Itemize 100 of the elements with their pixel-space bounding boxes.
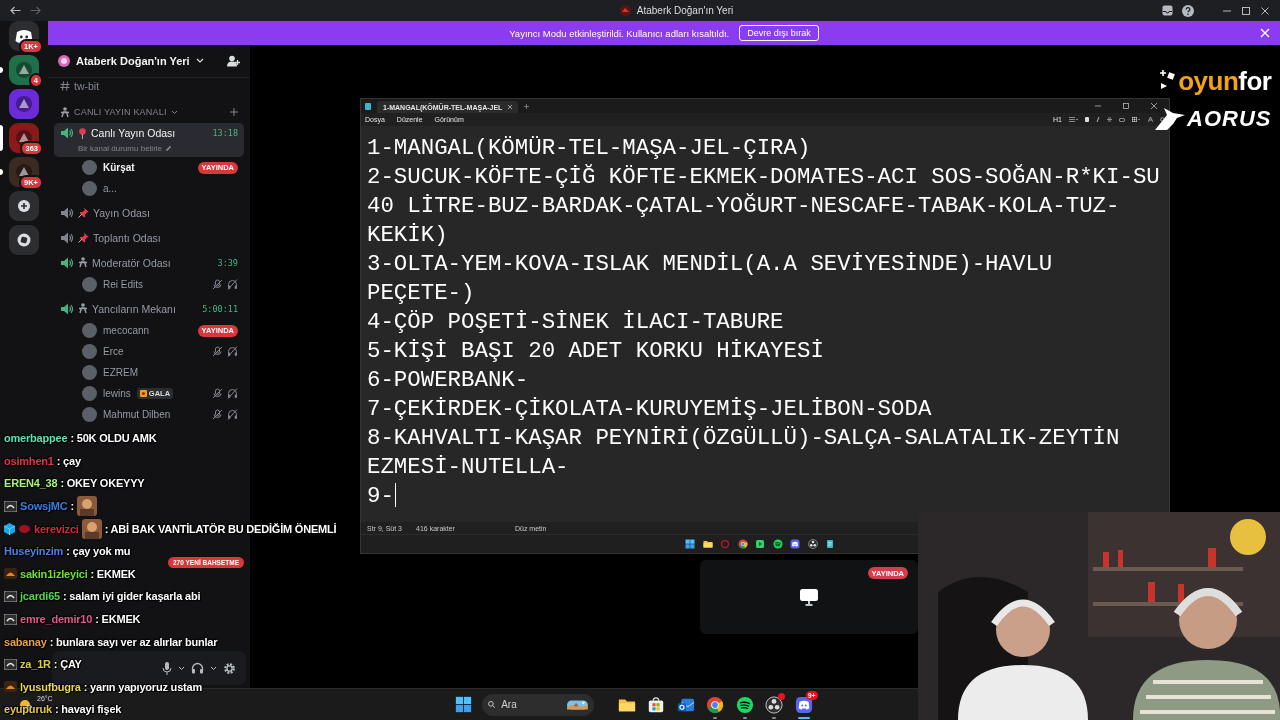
server-icon[interactable]: [9, 89, 39, 119]
chat-username[interactable]: sabanay: [4, 635, 47, 648]
italic-icon[interactable]: [1096, 117, 1100, 122]
voice-channel-name[interactable]: Toplantı Odası: [93, 231, 161, 244]
voice-channel-name[interactable]: Yancıların Mekanı: [92, 302, 176, 315]
microphone-icon[interactable]: [162, 661, 172, 675]
text-channel[interactable]: tw-bit: [74, 80, 100, 92]
help-icon[interactable]: [1182, 4, 1194, 17]
compass-icon[interactable]: [9, 225, 39, 255]
clear-format-icon[interactable]: [1148, 117, 1153, 122]
eagle-icon: [1155, 107, 1185, 131]
close-icon[interactable]: [1151, 103, 1157, 109]
category-title[interactable]: CANLI YAYIN KANALI: [74, 107, 167, 117]
headset-icon[interactable]: [191, 662, 204, 674]
music-app-icon[interactable]: [772, 539, 783, 549]
chat-username[interactable]: osimhen1: [4, 454, 54, 467]
settings-icon[interactable]: [1160, 117, 1165, 122]
record-app-icon[interactable]: [807, 539, 818, 549]
user-name[interactable]: Rei Edits: [103, 279, 143, 290]
chat-message: : salam iyi gider kaşarla abi: [63, 590, 201, 603]
chat-username[interactable]: Huseyinzim: [4, 545, 64, 558]
chevron-down-icon[interactable]: [178, 665, 185, 671]
figure-icon: [60, 106, 70, 118]
pencil-icon[interactable]: [165, 145, 173, 152]
table-icon[interactable]: [1132, 117, 1141, 122]
browser-icon[interactable]: [706, 695, 725, 714]
start-icon[interactable]: [685, 539, 695, 549]
maximize-icon[interactable]: [1123, 103, 1129, 109]
note-line: 3-OLTA-YEM-KOVA-ISLAK MENDİL(A.A SEVİYESİNDE)-HAVLU PEÇETE-): [367, 251, 1053, 306]
new-tab-icon[interactable]: [524, 103, 530, 109]
minimize-icon[interactable]: [1095, 103, 1101, 109]
shopping-bag-icon[interactable]: [647, 695, 666, 714]
hash-icon: [60, 81, 70, 91]
note-line: 8-KAHVALTI-KAŞAR PEYNİRİ(ÖZGÜLLÜ)-SALÇA-SALATALIK-ZEYTİN EZMESİ-NUTELLA-: [367, 425, 1120, 480]
record-app-icon[interactable]: [765, 695, 784, 714]
start-icon[interactable]: [455, 696, 472, 713]
search-icon: [488, 699, 496, 710]
server-icon: [619, 5, 631, 16]
chat-username[interactable]: jcardi65: [20, 590, 60, 603]
channel-status[interactable]: Bir kanal durumu belirle: [78, 144, 163, 153]
add-member-icon[interactable]: [227, 55, 240, 67]
voice-channel-name[interactable]: Canlı Yayın Odası: [91, 127, 176, 139]
search-box[interactable]: Ara: [482, 693, 594, 716]
add-server-icon[interactable]: [9, 191, 39, 221]
back-arrow-icon[interactable]: [10, 6, 21, 15]
user-name[interactable]: Erce: [103, 346, 124, 357]
browser-icon[interactable]: [737, 539, 748, 549]
server-icon[interactable]: [9, 55, 39, 85]
user-name[interactable]: Mahmut Dilben: [103, 409, 171, 420]
inbox-icon[interactable]: [1162, 5, 1173, 16]
voice-channel-row[interactable]: Canlı Yayın Odası 13:18 Bir kanal durumu belirle: [54, 123, 244, 157]
user-name[interactable]: a...: [103, 183, 117, 194]
voice-channel-name[interactable]: Yayın Odası: [93, 206, 150, 219]
notepad-icon[interactable]: [825, 539, 835, 549]
close-icon[interactable]: [1260, 5, 1270, 16]
list-icon[interactable]: [1069, 117, 1078, 122]
folder-icon[interactable]: [702, 539, 713, 549]
user-name[interactable]: lewins: [103, 388, 131, 399]
music-app-icon[interactable]: [735, 695, 754, 714]
note-line: 1-MANGAL(KÖMÜR-TEL-MAŞA-JEL-ÇIRA): [367, 135, 811, 161]
chat-message: : ÇAY: [53, 658, 82, 671]
link-icon[interactable]: [1119, 117, 1125, 122]
forward-arrow-icon[interactable]: [30, 6, 41, 15]
call-timer: 13:18: [212, 128, 238, 138]
chat-username[interactable]: sakin1izleyici: [20, 567, 88, 580]
user-name[interactable]: Kürşat: [103, 162, 135, 173]
chat-username[interactable]: lyusufbugra: [20, 680, 81, 693]
note-line: 4-ÇÖP POŞETİ-SİNEK İLACI-TABURE: [367, 309, 784, 335]
user-name[interactable]: EZREM: [103, 367, 138, 378]
chevron-down-icon[interactable]: [210, 665, 217, 671]
chat-app-icon[interactable]: [790, 539, 800, 549]
chat-username[interactable]: kerevizci: [34, 522, 79, 535]
disable-button[interactable]: Devre dışı bırak: [739, 25, 819, 41]
chat-username[interactable]: eyupuruk: [4, 703, 52, 716]
ring-icon[interactable]: [720, 539, 730, 549]
chat-message: :: [70, 500, 74, 513]
media-app-icon[interactable]: [755, 539, 765, 549]
settings-icon[interactable]: [223, 661, 236, 675]
chat-username[interactable]: za_1R: [20, 658, 51, 671]
search-input[interactable]: Ara: [501, 699, 562, 710]
chat-message: : havayi fişek: [54, 703, 122, 716]
close-icon[interactable]: [508, 105, 513, 109]
chat-message: : çay: [56, 454, 81, 467]
chat-username[interactable]: EREN4_38: [4, 477, 58, 490]
banner-message: Yayıncı Modu etkinleştirildi. Kullanıcı adları kısaltıldı.: [509, 27, 730, 39]
add-icon[interactable]: [230, 108, 238, 116]
server-name[interactable]: Ataberk Doğan'ın Yeri: [76, 55, 190, 67]
chat-username[interactable]: SowsjMC: [20, 500, 68, 513]
user-name[interactable]: mecocann: [103, 325, 150, 336]
chat-username[interactable]: omerbappee: [4, 432, 68, 445]
chat-message: : yarın yapıyoruz ustam: [83, 680, 203, 693]
strikethrough-icon[interactable]: [1107, 117, 1112, 122]
maximize-icon[interactable]: [1241, 5, 1251, 16]
chat-message: : EKMEK: [90, 567, 136, 580]
call-timer: 3:39: [217, 257, 238, 268]
voice-channel-name[interactable]: Moderatör Odası: [92, 256, 171, 269]
chat-message: : 50K OLDU AMK: [70, 432, 157, 445]
user-avatar: [82, 407, 97, 422]
user-avatar: [82, 181, 97, 196]
chat-username[interactable]: emre_demir10: [20, 613, 93, 626]
